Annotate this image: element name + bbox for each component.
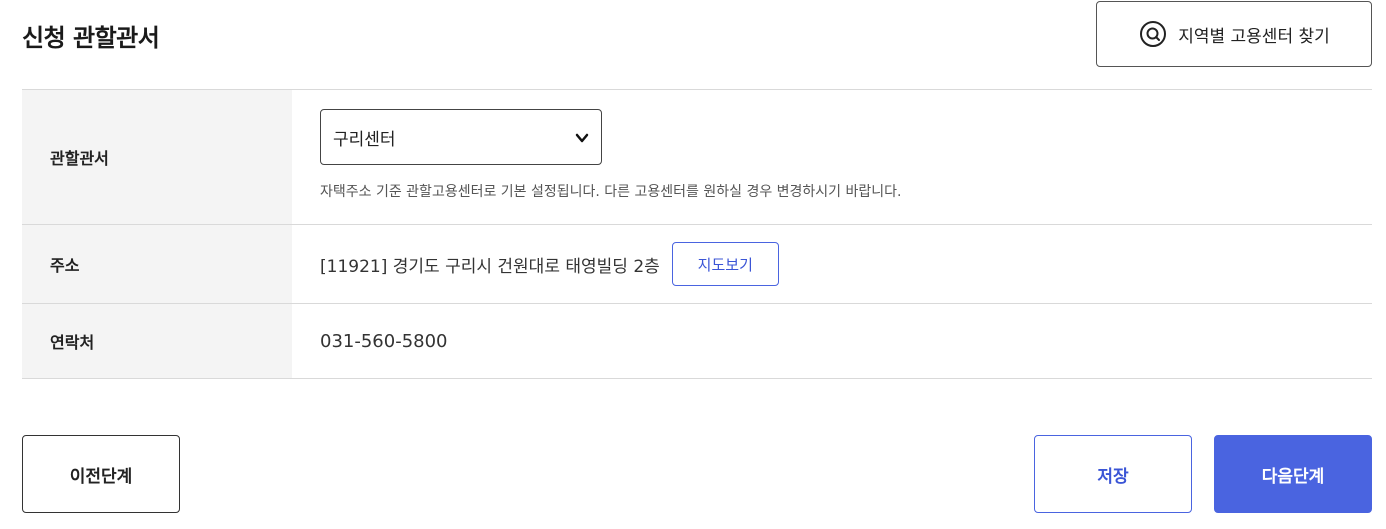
find-regional-center-label: 지역별 고용센터 찾기: [1178, 26, 1330, 47]
address-value: [11921] 경기도 구리시 건원대로 태영빌딩 2층: [320, 256, 660, 277]
find-regional-center-button[interactable]: 지역별 고용센터 찾기: [1096, 1, 1372, 67]
address-line: [11921] 경기도 구리시 건원대로 태영빌딩 2층 지도보기: [320, 242, 1372, 286]
office-label: 관할관서: [22, 90, 292, 224]
table-row-office: 관할관서 구리센터 자택주소 기준 관할고용센터로 기본 설정됩니다. 다른 고…: [22, 90, 1372, 225]
office-select[interactable]: 구리센터: [320, 109, 602, 165]
table-row-address: 주소 [11921] 경기도 구리시 건원대로 태영빌딩 2층 지도보기: [22, 225, 1372, 304]
table-row-contact: 연락처 031-560-5800: [22, 304, 1372, 379]
chevron-down-icon: [575, 130, 589, 144]
next-step-button[interactable]: 다음단계: [1214, 435, 1372, 513]
page-title: 신청 관할관서: [22, 24, 160, 52]
contact-value-cell: 031-560-5800: [292, 304, 1372, 378]
office-value-cell: 구리센터 자택주소 기준 관할고용센터로 기본 설정됩니다. 다른 고용센터를 …: [292, 90, 1372, 224]
previous-step-button[interactable]: 이전단계: [22, 435, 180, 513]
address-label: 주소: [22, 225, 292, 303]
application-office-page: 신청 관할관서 지역별 고용센터 찾기 관할관서 구리센터 자택주소 기준 관할…: [0, 0, 1386, 529]
contact-label: 연락처: [22, 304, 292, 378]
office-select-value: 구리센터: [333, 129, 396, 150]
office-info-table: 관할관서 구리센터 자택주소 기준 관할고용센터로 기본 설정됩니다. 다른 고…: [22, 89, 1372, 379]
save-button[interactable]: 저장: [1034, 435, 1192, 513]
contact-phone: 031-560-5800: [320, 330, 448, 352]
search-icon: [1138, 19, 1168, 49]
view-map-button[interactable]: 지도보기: [671, 242, 779, 286]
address-value-cell: [11921] 경기도 구리시 건원대로 태영빌딩 2층 지도보기: [292, 225, 1372, 303]
office-hint-text: 자택주소 기준 관할고용센터로 기본 설정됩니다. 다른 고용센터를 원하실 경…: [320, 184, 902, 200]
